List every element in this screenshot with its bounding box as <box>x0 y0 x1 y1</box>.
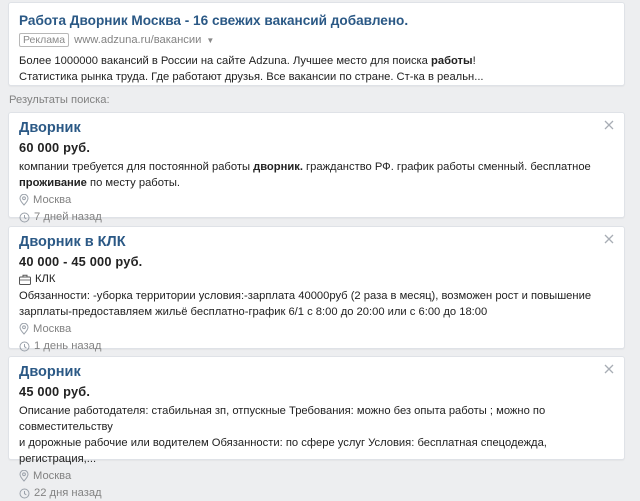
ad-text: Более 1000000 вакансий в России на сайте… <box>19 53 614 85</box>
ad-card: Работа Дворник Москва - 16 свежих ваканс… <box>8 2 625 86</box>
job-location: Москва <box>19 192 614 208</box>
location-pin-icon <box>19 470 29 482</box>
job-card: Дворник в КЛК 40 000 - 45 000 руб. КЛК О… <box>8 226 625 352</box>
job-salary: 40 000 - 45 000 руб. <box>19 254 143 269</box>
job-title-link[interactable]: Дворник <box>19 119 81 137</box>
job-company: КЛК <box>19 271 614 287</box>
results-label: Результаты поиска: <box>9 94 110 106</box>
close-icon[interactable] <box>603 233 615 245</box>
job-description: Обязанности: -уборка территории условия:… <box>19 290 592 318</box>
job-title-link[interactable]: Дворник в КЛК <box>19 233 126 251</box>
location-pin-icon <box>19 194 29 206</box>
clock-icon <box>19 212 30 223</box>
ad-text-line1: Более 1000000 вакансий в России на сайте… <box>19 55 476 67</box>
ad-meta: Реклама www.adzuna.ru/вакансии ▼ <box>19 33 614 47</box>
ad-text-line2: Статистика рынка труда. Где работают дру… <box>19 71 484 83</box>
ad-title-link[interactable]: Работа Дворник Москва - 16 свежих ваканс… <box>19 12 614 30</box>
clock-icon <box>19 488 30 499</box>
ad-badge: Реклама <box>19 33 70 47</box>
job-posted: 7 дней назад <box>19 209 614 225</box>
caret-down-icon[interactable]: ▼ <box>206 36 214 45</box>
close-icon[interactable] <box>603 363 615 375</box>
job-title-link[interactable]: Дворник <box>19 363 81 381</box>
clock-icon <box>19 341 30 352</box>
location-pin-icon <box>19 323 29 335</box>
job-description: компании требуется для постоянной работы… <box>19 161 591 189</box>
ad-url[interactable]: www.adzuna.ru/вакансии <box>74 34 201 46</box>
job-location: Москва <box>19 321 614 337</box>
close-icon[interactable] <box>603 119 615 131</box>
job-location: Москва <box>19 468 614 484</box>
job-description: Описание работодателя: стабильная зп, от… <box>19 405 547 465</box>
job-salary: 60 000 руб. <box>19 140 91 155</box>
job-posted: 1 день назад <box>19 338 614 354</box>
job-salary: 45 000 руб. <box>19 384 91 399</box>
briefcase-icon <box>19 274 31 285</box>
job-card: Дворник 60 000 руб. компании требуется д… <box>8 112 625 223</box>
job-card: Дворник 45 000 руб. Описание работодател… <box>8 356 625 499</box>
job-posted: 22 дня назад <box>19 485 614 501</box>
